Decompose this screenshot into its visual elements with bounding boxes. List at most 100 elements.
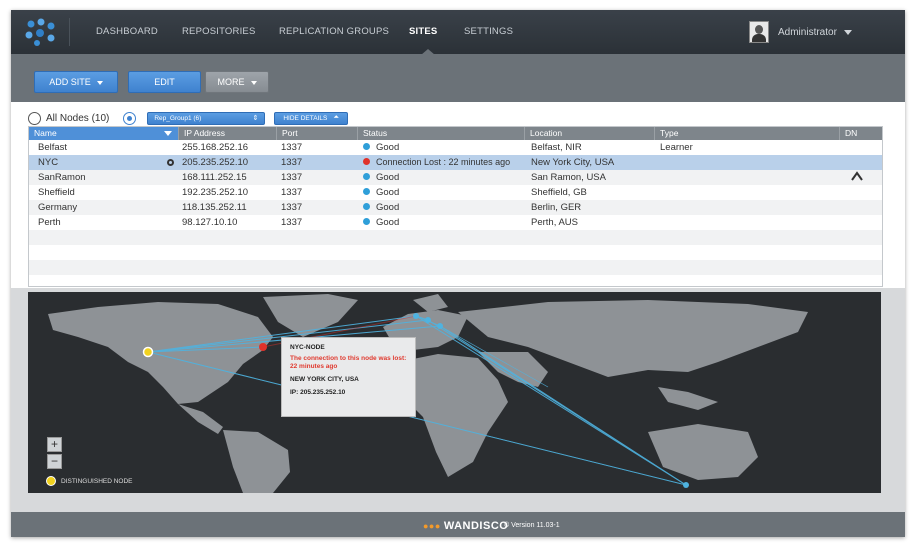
nav-repositories[interactable]: REPOSITORIES xyxy=(182,10,256,54)
select-arrows-icon: ⇕ xyxy=(252,115,259,122)
footer-brand-text: WANDISCO xyxy=(443,520,509,532)
san-ramon-node-marker xyxy=(142,346,154,358)
column-label: Name xyxy=(34,128,57,138)
status-lost-icon xyxy=(363,158,370,165)
status-text: Good xyxy=(376,202,400,213)
edit-node-icon[interactable] xyxy=(167,155,174,170)
cell-name: Germany xyxy=(38,202,78,213)
cell-ip: 118.135.252.11 xyxy=(182,202,247,213)
column-header-dn[interactable]: DN xyxy=(840,127,882,140)
status-good-icon xyxy=(363,173,370,180)
status-text: Good xyxy=(376,217,400,228)
node-filter-row: All Nodes (10) Rep_Group1 (6) ⇕ HIDE DET… xyxy=(28,110,348,126)
table-row[interactable]: Germany 118.135.252.11 1337 Good Berlin,… xyxy=(29,200,882,215)
tooltip-message-text: The connection to this node was lost: xyxy=(290,355,407,362)
status-text: Good xyxy=(376,172,400,183)
hide-details-button[interactable]: HIDE DETAILS ⏶ xyxy=(274,111,348,125)
wandisco-mark-icon: ●●● xyxy=(423,521,441,531)
status-text: Connection Lost : 22 minutes ago xyxy=(376,157,511,167)
nav-replication-groups[interactable]: REPLICATION GROUPS xyxy=(279,10,389,54)
cell-status: Good xyxy=(363,200,399,215)
cell-location: Sheffield, GB xyxy=(531,187,587,198)
column-header-name[interactable]: Name xyxy=(29,127,179,140)
cell-ip: 205.235.252.10 xyxy=(182,157,249,168)
cell-ip: 255.168.252.16 xyxy=(182,142,249,153)
group-radio[interactable] xyxy=(123,111,137,125)
empty-row xyxy=(29,260,882,275)
user-name: Administrator xyxy=(778,26,837,38)
add-site-label: ADD SITE xyxy=(49,77,91,87)
eject-icon: ⏶ xyxy=(333,114,339,121)
version-text: Version 11.03-1 xyxy=(511,522,560,529)
cell-port: 1337 xyxy=(281,202,303,213)
more-label: MORE xyxy=(217,77,245,87)
table-row[interactable]: Perth 98.127.10.10 1337 Good Perth, AUS xyxy=(29,215,882,230)
replication-group-select[interactable]: Rep_Group1 (6) ⇕ xyxy=(147,111,266,125)
cell-ip: 98.127.10.10 xyxy=(182,217,238,228)
add-site-button[interactable]: ADD SITE xyxy=(34,71,118,93)
table-header: Name IP Address Port Status Location Typ… xyxy=(29,127,882,140)
cell-port: 1337 xyxy=(281,217,303,228)
status-good-icon xyxy=(363,143,370,150)
distinguished-node-icon xyxy=(46,476,56,486)
footer-brand: ●●● WANDISCO xyxy=(423,520,508,532)
column-header-location[interactable]: Location xyxy=(525,127,655,140)
cell-ip: 168.111.252.15 xyxy=(182,172,247,183)
cell-location: Perth, AUS xyxy=(531,217,578,228)
user-menu[interactable]: Administrator xyxy=(749,21,852,43)
legend-label: DISTINGUISHED NODE xyxy=(61,477,133,485)
wandisco-logo-icon[interactable] xyxy=(23,18,59,46)
status-text: Good xyxy=(376,187,400,198)
status-good-icon xyxy=(363,203,370,210)
column-header-status[interactable]: Status xyxy=(358,127,525,140)
cell-location: Berlin, GER xyxy=(531,202,582,213)
cell-ip: 192.235.252.10 xyxy=(182,187,249,198)
cell-name: SanRamon xyxy=(38,172,86,183)
edit-button[interactable]: EDIT xyxy=(128,71,201,93)
nav-settings[interactable]: SETTINGS xyxy=(464,10,513,54)
cell-status: Good xyxy=(363,185,399,200)
zoom-out-button[interactable]: − xyxy=(47,454,62,469)
status-good-icon xyxy=(363,188,370,195)
cell-port: 1337 xyxy=(281,157,303,168)
map-legend: DISTINGUISHED NODE xyxy=(46,476,133,486)
table-row-selected[interactable]: NYC 205.235.252.10 1337 Connection Lost … xyxy=(29,155,882,170)
world-map-canvas xyxy=(48,294,808,493)
node-tooltip: NYC-NODE The connection to this node was… xyxy=(281,337,416,417)
column-header-port[interactable]: Port xyxy=(277,127,358,140)
table-row[interactable]: SanRamon 168.111.252.15 1337 Good San Ra… xyxy=(29,170,882,185)
empty-row xyxy=(29,230,882,245)
all-nodes-radio[interactable] xyxy=(28,111,41,125)
tooltip-ip: IP: 205.235.252.10 xyxy=(290,389,346,396)
group-select-value: Rep_Group1 (6) xyxy=(154,114,202,122)
nav-dashboard[interactable]: DASHBOARD xyxy=(96,10,158,54)
zoom-in-button[interactable]: + xyxy=(47,437,62,452)
cell-name: Perth xyxy=(38,217,61,228)
perth-node-marker xyxy=(683,482,689,488)
table-row[interactable]: Belfast 255.168.252.16 1337 Good Belfast… xyxy=(29,140,882,155)
cell-type: Learner xyxy=(660,142,693,153)
cell-status: Good xyxy=(363,140,399,155)
top-nav-bar: DASHBOARD REPOSITORIES REPLICATION GROUP… xyxy=(11,10,905,55)
cell-name: NYC xyxy=(38,157,59,168)
nav-sites[interactable]: SITES xyxy=(409,10,437,54)
tooltip-title: NYC-NODE xyxy=(290,344,325,351)
cell-port: 1337 xyxy=(281,142,303,153)
cell-location: Belfast, NIR xyxy=(531,142,582,153)
nyc-node-marker xyxy=(259,343,267,351)
empty-row xyxy=(29,245,882,260)
cell-status: Good xyxy=(363,215,399,230)
chevron-down-icon xyxy=(96,80,103,85)
more-button[interactable]: MORE xyxy=(205,71,269,93)
column-header-type[interactable]: Type xyxy=(655,127,840,140)
world-map[interactable] xyxy=(28,292,881,493)
cell-port: 1337 xyxy=(281,172,303,183)
toolbar: ADD SITE EDIT MORE xyxy=(11,54,905,102)
cell-name: Belfast xyxy=(38,142,68,153)
column-header-ip[interactable]: IP Address xyxy=(179,127,277,140)
footer: ●●● WANDISCO © Version 11.03-1 xyxy=(11,512,905,537)
tooltip-location: NEW YORK CITY, USA xyxy=(290,376,359,383)
table-row[interactable]: Sheffield 192.235.252.10 1337 Good Sheff… xyxy=(29,185,882,200)
sheffield-node-marker xyxy=(425,317,431,323)
cell-status: Good xyxy=(363,170,399,185)
